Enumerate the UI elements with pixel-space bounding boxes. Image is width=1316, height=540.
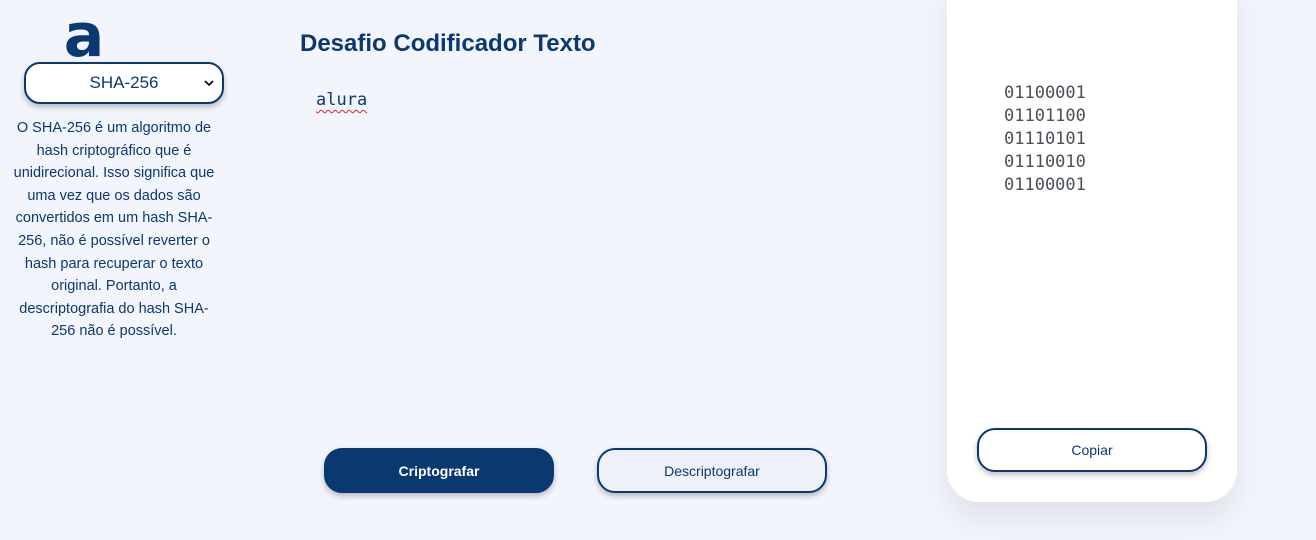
logo-letter: a	[64, 8, 104, 60]
output-line: 01110101	[1004, 129, 1086, 149]
output-line: 01100001	[1004, 83, 1086, 103]
output-card	[947, 0, 1237, 502]
output-line: 01110010	[1004, 152, 1086, 172]
decrypt-button[interactable]: Descriptografar	[597, 448, 827, 493]
text-input-value: alura	[316, 90, 368, 110]
page: a SHA-256 O SHA-256 é um algoritmo de ha…	[0, 0, 1316, 540]
encrypt-button[interactable]: Criptografar	[324, 448, 554, 493]
algorithm-select-value: SHA-256	[89, 73, 159, 92]
algorithm-description: O SHA-256 é um algoritmo de hash criptog…	[13, 120, 215, 340]
page-title: Desafio Codificador Texto	[300, 30, 596, 57]
output-text: 01100001 01101100 01110101 01110010 0110…	[1004, 82, 1086, 197]
alura-logo: a	[64, 8, 104, 60]
output-line: 01100001	[1004, 175, 1086, 195]
output-line: 01101100	[1004, 106, 1086, 126]
algorithm-select[interactable]: SHA-256	[24, 62, 224, 104]
copy-button[interactable]: Copiar	[977, 428, 1207, 472]
chevron-down-icon	[204, 80, 214, 87]
text-input[interactable]: alura	[316, 90, 916, 410]
